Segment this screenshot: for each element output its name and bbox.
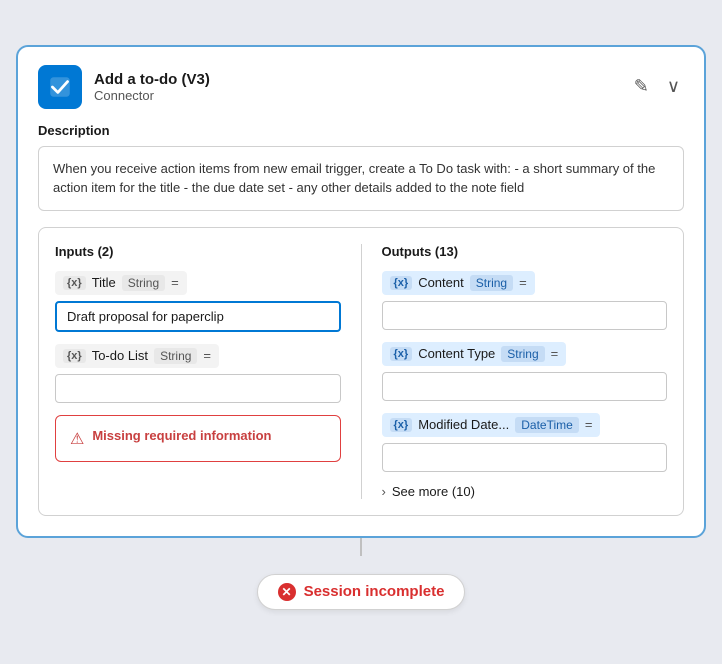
outputs-column: Outputs (13) {x} Content String = {x} [382,244,668,499]
output-modifieddate-field[interactable] [382,443,668,472]
output-modifieddate-group: {x} Modified Date... DateTime = [382,413,668,472]
input-todolist-name: To-do List [92,348,148,363]
outputs-title: Outputs (13) [382,244,668,259]
column-divider [361,244,362,499]
output-contenttype-type: String [501,346,544,362]
inputs-column: Inputs (2) {x} Title String = {x} To- [55,244,341,499]
output-modifieddate-label-row: {x} Modified Date... DateTime = [382,413,601,437]
input-title-type: String [122,275,165,291]
session-badge: ✕ Session incomplete [257,574,466,610]
chevron-right-icon: › [382,484,386,499]
input-title-field[interactable] [55,301,341,332]
see-more-button[interactable]: › See more (10) [382,484,668,499]
output-content-field[interactable] [382,301,668,330]
collapse-button[interactable]: ∨ [663,72,684,101]
error-box: ⚠ Missing required information [55,415,341,462]
card-title: Add a to-do (V3) [94,71,210,88]
card-title-block: Add a to-do (V3) Connector [94,71,210,103]
action-card: Add a to-do (V3) Connector ✎ ∨ Descripti… [16,45,706,538]
output-content-eq: = [519,275,527,290]
output-modifieddate-type: DateTime [515,417,579,433]
connector-line [360,538,362,556]
app-icon [38,65,82,109]
edit-icon: ✎ [634,76,649,97]
output-contenttype-eq: = [551,346,559,361]
warning-icon: ⚠ [70,429,84,449]
page-wrapper: Add a to-do (V3) Connector ✎ ∨ Descripti… [0,0,722,664]
output-contenttype-group: {x} Content Type String = [382,342,668,401]
output-contenttype-label-row: {x} Content Type String = [382,342,567,366]
output-content-name: Content [418,275,464,290]
input-title-badge: {x} [63,276,86,290]
output-modifieddate-eq: = [585,417,593,432]
input-todolist-type: String [154,348,197,364]
card-header-left: Add a to-do (V3) Connector [38,65,210,109]
card-subtitle: Connector [94,88,210,103]
see-more-label: See more (10) [392,484,475,499]
description-section: Description When you receive action item… [38,123,684,211]
input-todolist-label-row: {x} To-do List String = [55,344,219,368]
input-title-label-row: {x} Title String = [55,271,187,295]
input-todolist-group: {x} To-do List String = [55,344,341,403]
output-modifieddate-name: Modified Date... [418,417,509,432]
input-title-name: Title [92,275,116,290]
output-content-badge: {x} [390,276,413,290]
session-incomplete-text: Session incomplete [304,583,445,600]
collapse-icon: ∨ [667,76,680,97]
card-header: Add a to-do (V3) Connector ✎ ∨ [38,65,684,109]
input-todolist-badge: {x} [63,349,86,363]
edit-button[interactable]: ✎ [630,72,653,101]
session-error-icon: ✕ [278,583,296,601]
io-section: Inputs (2) {x} Title String = {x} To- [38,227,684,516]
output-modifieddate-badge: {x} [390,418,413,432]
card-header-right: ✎ ∨ [630,72,684,101]
output-content-type: String [470,275,513,291]
input-title-eq: = [171,275,179,290]
error-message: Missing required information [92,428,271,443]
output-contenttype-name: Content Type [418,346,495,361]
input-todolist-field[interactable] [55,374,341,403]
input-title-group: {x} Title String = [55,271,341,332]
output-contenttype-badge: {x} [390,347,413,361]
output-contenttype-field[interactable] [382,372,668,401]
inputs-title: Inputs (2) [55,244,341,259]
description-text: When you receive action items from new e… [38,146,684,211]
output-content-group: {x} Content String = [382,271,668,330]
input-todolist-eq: = [203,348,211,363]
output-content-label-row: {x} Content String = [382,271,535,295]
description-label: Description [38,123,684,138]
